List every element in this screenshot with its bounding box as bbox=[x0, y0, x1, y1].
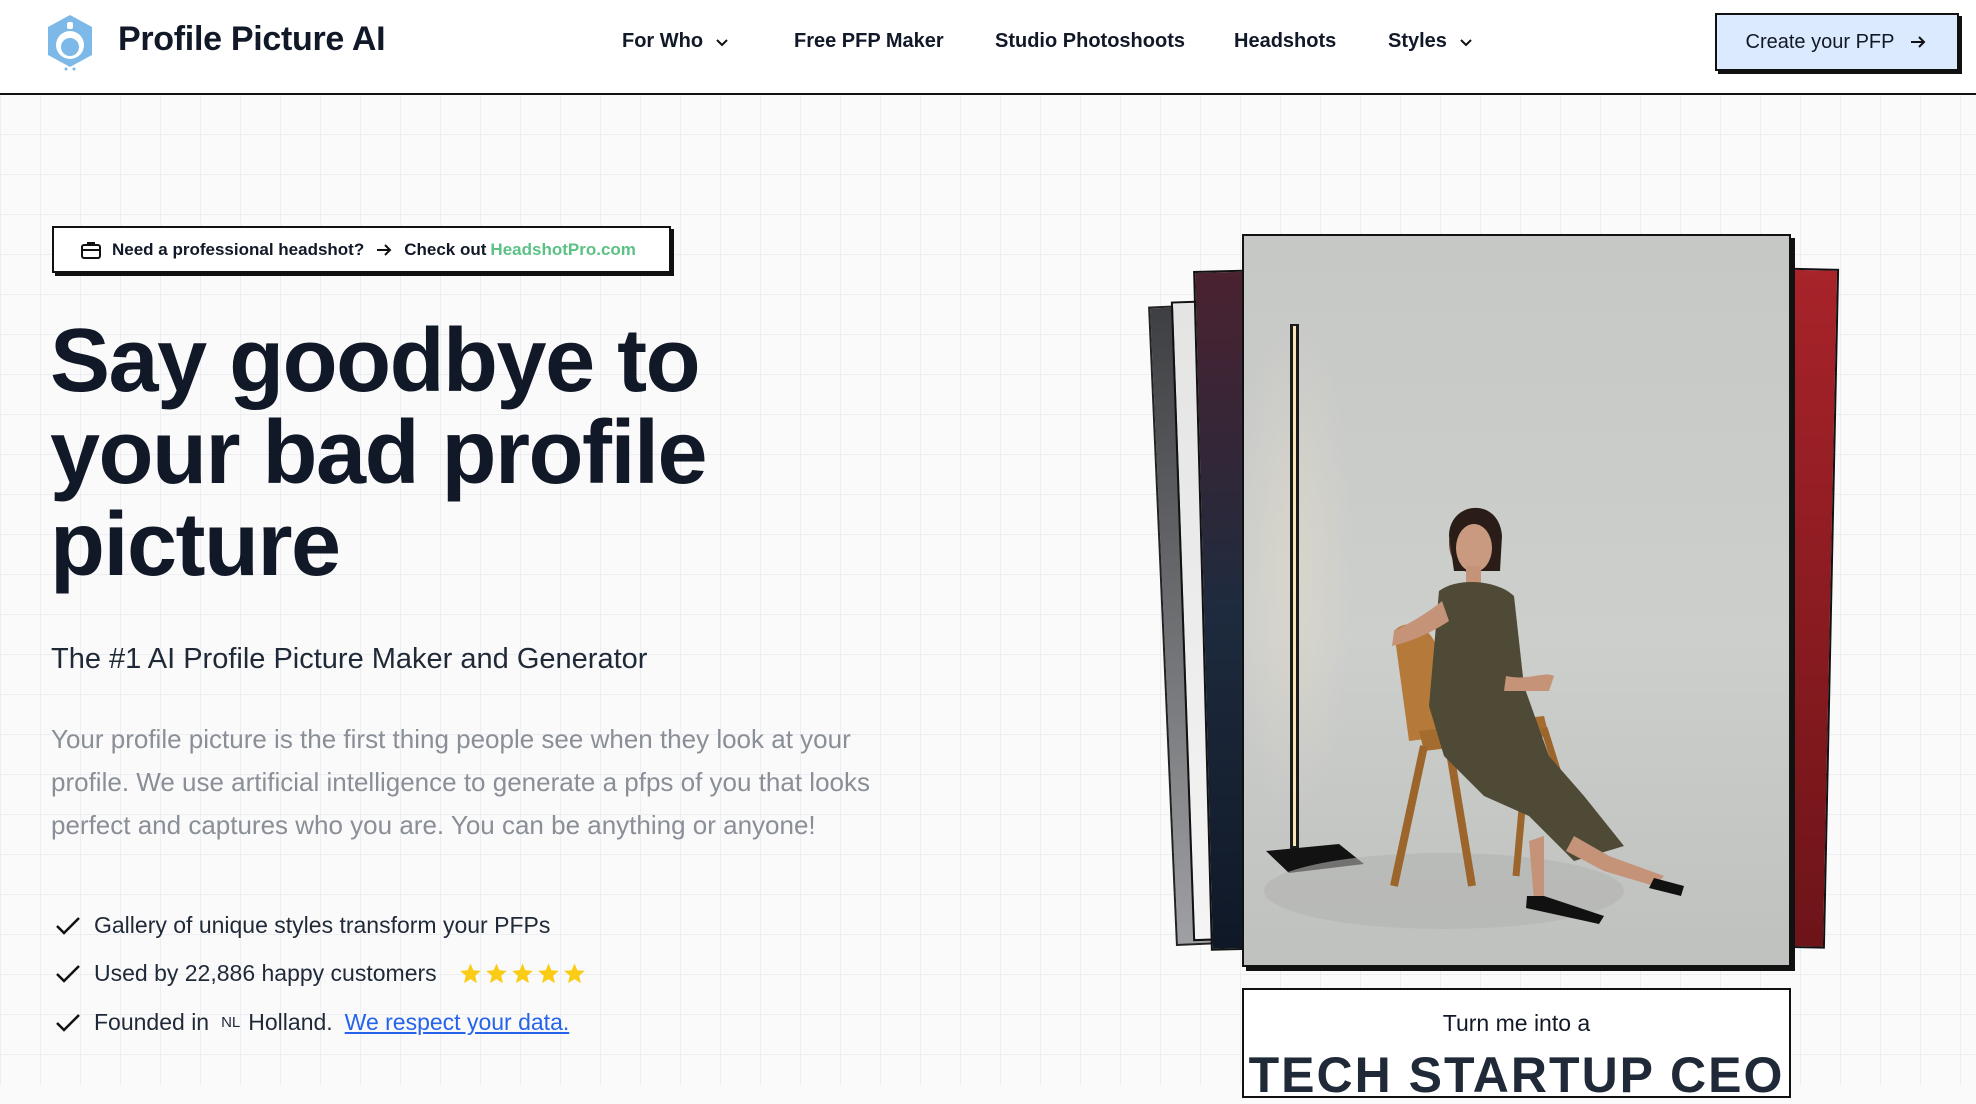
rating-stars bbox=[459, 962, 586, 985]
star-icon bbox=[459, 963, 481, 984]
hero-title-line: your bad profile bbox=[50, 403, 708, 503]
feature-item: Gallery of unique styles transform your … bbox=[54, 912, 550, 939]
nav-headshots[interactable]: Headshots bbox=[1234, 30, 1336, 53]
hero-title-line: picture bbox=[50, 495, 341, 595]
nl-flag-icon: NL bbox=[221, 1014, 241, 1031]
robot-head-logo-icon[interactable] bbox=[40, 12, 100, 72]
checkmark-icon bbox=[56, 964, 80, 983]
star-icon bbox=[511, 963, 533, 984]
nav-studio-photoshoots[interactable]: Studio Photoshoots bbox=[995, 30, 1185, 53]
cta-label: Create your PFP bbox=[1745, 30, 1895, 53]
hero-title-line: Say goodbye to bbox=[50, 311, 701, 411]
headshot-notice-banner[interactable]: Need a professional headshot? Check out … bbox=[52, 226, 671, 273]
star-icon bbox=[537, 963, 559, 984]
data-privacy-link[interactable]: We respect your data. bbox=[345, 1009, 570, 1036]
nav-label: Free PFP Maker bbox=[794, 30, 944, 52]
site-header: Profile Picture AI For Who Free PFP Make… bbox=[0, 0, 1976, 95]
hero-subtitle: The #1 AI Profile Picture Maker and Gene… bbox=[51, 643, 648, 675]
feature-text: Used by 22,886 happy customers bbox=[94, 960, 437, 986]
notice-question: Need a professional headshot? bbox=[112, 239, 365, 259]
feature-item: Founded in NL Holland. We respect your d… bbox=[54, 1009, 569, 1036]
hero-title: Say goodbye to your bad profile picture bbox=[50, 315, 810, 591]
nav-label: Styles bbox=[1388, 30, 1447, 52]
checkmark-icon bbox=[56, 916, 80, 935]
briefcase-icon bbox=[81, 241, 101, 259]
create-pfp-button[interactable]: Create your PFP bbox=[1715, 13, 1959, 71]
feature-founded-prefix: Founded in bbox=[94, 1009, 210, 1035]
nav-label: Headshots bbox=[1234, 30, 1337, 52]
nav-label: Studio Photoshoots bbox=[995, 30, 1185, 52]
notice-check-out: Check out bbox=[404, 239, 487, 259]
arrow-right-icon bbox=[377, 243, 392, 256]
nav-styles[interactable]: Styles bbox=[1388, 30, 1475, 53]
chevron-down-icon bbox=[1460, 38, 1472, 46]
feature-text: Gallery of unique styles transform your … bbox=[94, 912, 551, 938]
caption-big: TECH STARTUP CEO bbox=[1248, 1047, 1785, 1103]
nav-for-who[interactable]: For Who bbox=[622, 30, 731, 53]
chevron-down-icon bbox=[716, 38, 728, 46]
feature-country: Holland. bbox=[248, 1009, 333, 1035]
checkmark-icon bbox=[56, 1013, 80, 1032]
headshotpro-link[interactable]: HeadshotPro.com bbox=[490, 240, 635, 260]
nav-label: For Who bbox=[622, 30, 704, 52]
arrow-right-icon bbox=[1911, 36, 1926, 48]
style-caption-card: Turn me into a TECH STARTUP CEO bbox=[1242, 988, 1791, 1103]
star-icon bbox=[563, 963, 585, 984]
caption-small: Turn me into a bbox=[1442, 1010, 1591, 1036]
showcase-photo bbox=[1242, 234, 1791, 967]
star-icon bbox=[485, 963, 507, 984]
brand-name[interactable]: Profile Picture AI bbox=[118, 20, 386, 59]
feature-item: Used by 22,886 happy customers bbox=[54, 960, 586, 987]
nav-free-pfp-maker[interactable]: Free PFP Maker bbox=[794, 30, 944, 53]
studio-portrait-image bbox=[1244, 306, 1684, 929]
hero-description: Your profile picture is the first thing … bbox=[51, 724, 870, 840]
